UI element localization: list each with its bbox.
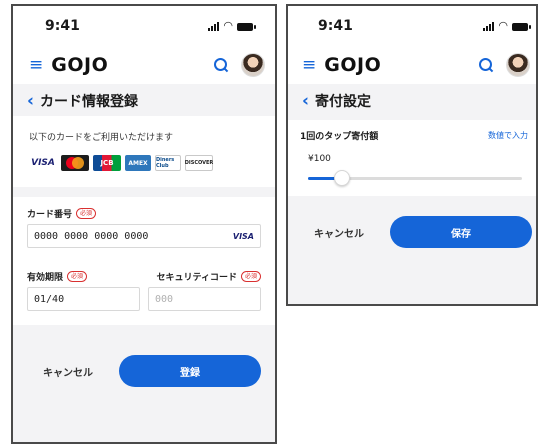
accepted-cards-section: 以下のカードをご利用いただけます VISA JCB AMEX Diners Cl… — [13, 116, 275, 187]
wifi-icon: ◠ — [223, 19, 233, 32]
brand: ≡ GOJO — [302, 54, 381, 76]
visa-logo-icon: VISA — [31, 158, 55, 168]
amount-slider-section: ¥100 — [288, 150, 536, 196]
diners-club-logo-icon: Diners Club — [155, 155, 181, 171]
enter-number-link[interactable]: 数値で入力 — [488, 130, 528, 141]
wifi-icon: ◠ — [498, 19, 508, 32]
avatar[interactable] — [241, 53, 265, 77]
expiry-input[interactable]: 01/40 — [27, 287, 140, 311]
page-title: 寄付設定 — [315, 94, 372, 110]
app-logo[interactable]: GOJO — [324, 54, 381, 76]
brand: ≡ GOJO — [29, 54, 108, 76]
settings-actions: キャンセル 保存 — [288, 216, 536, 248]
security-code-placeholder: 000 — [155, 293, 174, 305]
required-badge: 必須 — [76, 208, 97, 219]
mastercard-logo-icon — [61, 155, 89, 171]
card-number-input[interactable]: 0000 0000 0000 0000 VISA — [27, 224, 261, 248]
card-form: カード番号 必須 0000 0000 0000 0000 VISA 有効期限 必… — [13, 197, 275, 325]
app-actions — [213, 53, 265, 77]
status-time: 9:41 — [318, 18, 353, 34]
page-header: ‹ カード情報登録 — [13, 86, 275, 116]
search-icon[interactable] — [478, 57, 494, 73]
tap-amount-label: 1回のタップ寄付額 — [300, 131, 379, 142]
app-bar: ≡ GOJO — [288, 46, 536, 84]
app-bar: ≡ GOJO — [13, 46, 275, 84]
system-icons: ◠ — [483, 19, 531, 32]
page-title: カード情報登録 — [40, 94, 139, 110]
required-badge: 必須 — [240, 271, 261, 282]
expiry-group: 有効期限 必須 01/40 — [27, 270, 140, 311]
card-number-value: 0000 0000 0000 0000 — [34, 230, 149, 242]
jcb-logo-icon: JCB — [93, 155, 121, 171]
expiry-label: 有効期限 必須 — [27, 270, 140, 283]
register-button[interactable]: 登録 — [119, 355, 261, 387]
cancel-button[interactable]: キャンセル — [314, 225, 364, 240]
battery-icon — [512, 23, 531, 31]
cancel-button[interactable]: キャンセル — [43, 364, 93, 379]
card-registration-screen: 9:41 ◠ ≡ GOJO ‹ カード情報登録 以下のカードをご利用いただけます… — [11, 4, 277, 444]
battery-icon — [237, 23, 256, 31]
back-chevron-icon[interactable]: ‹ — [27, 92, 34, 110]
card-brand-logos: VISA JCB AMEX Diners Club DISCOVER — [13, 149, 275, 187]
amount-value: ¥100 — [308, 154, 331, 164]
required-badge: 必須 — [67, 271, 88, 282]
status-time: 9:41 — [45, 18, 80, 34]
menu-icon[interactable]: ≡ — [302, 56, 316, 74]
save-button[interactable]: 保存 — [390, 216, 532, 248]
app-logo[interactable]: GOJO — [51, 54, 108, 76]
status-bar: 9:41 ◠ — [13, 6, 275, 46]
security-code-input[interactable]: 000 — [148, 287, 261, 311]
signal-icon — [208, 22, 220, 31]
expiry-value: 01/40 — [34, 293, 65, 305]
system-icons: ◠ — [208, 19, 256, 32]
search-icon[interactable] — [213, 57, 229, 73]
accepted-cards-note: 以下のカードをご利用いただけます — [29, 133, 174, 143]
avatar[interactable] — [506, 53, 530, 77]
discover-logo-icon: DISCOVER — [185, 155, 213, 171]
page-header: ‹ 寄付設定 — [288, 86, 536, 116]
amount-slider[interactable] — [308, 170, 522, 186]
security-code-label: セキュリティコード 必須 — [148, 270, 261, 283]
amex-logo-icon: AMEX — [125, 155, 151, 171]
detected-brand-icon: VISA — [232, 231, 254, 241]
app-actions — [478, 53, 530, 77]
back-chevron-icon[interactable]: ‹ — [302, 92, 309, 110]
tap-amount-row: 1回のタップ寄付額 数値で入力 — [288, 120, 536, 150]
menu-icon[interactable]: ≡ — [29, 56, 43, 74]
expiry-security-row: 有効期限 必須 01/40 セキュリティコード 必須 000 — [27, 270, 261, 311]
form-actions: キャンセル 登録 — [13, 355, 275, 387]
card-number-label: カード番号 必須 — [27, 207, 261, 220]
slider-thumb[interactable] — [334, 170, 350, 186]
security-code-group: セキュリティコード 必須 000 — [148, 270, 261, 311]
status-bar: 9:41 ◠ — [288, 6, 536, 46]
signal-icon — [483, 22, 495, 31]
donation-settings-screen: 9:41 ◠ ≡ GOJO ‹ 寄付設定 1回のタップ寄付額 数値で入力 ¥10… — [286, 4, 538, 306]
